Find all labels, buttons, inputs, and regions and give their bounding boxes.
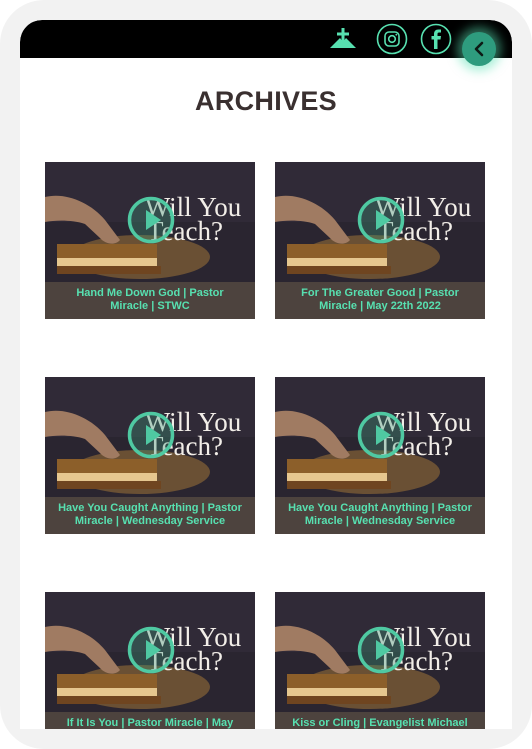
play-icon[interactable]: [127, 196, 175, 244]
video-title-line: If It Is You | Pastor Miracle | May: [66, 717, 234, 729]
video-grid: Will You Teach? Hand Me Down God | Pasto…: [20, 20, 512, 729]
video-title[interactable]: Have You Caught Anything | Pastor Miracl…: [45, 497, 255, 534]
video-title-line: Hand Me Down God | Pastor: [76, 287, 224, 299]
video-card[interactable]: Will You Teach? For The Greater Good | P…: [275, 162, 485, 319]
video-title-line: Miracle | Wednesday Service: [74, 515, 226, 527]
play-icon[interactable]: [127, 411, 175, 459]
play-icon[interactable]: [357, 626, 405, 674]
video-title[interactable]: Have You Caught Anything | Pastor Miracl…: [275, 497, 485, 534]
play-icon[interactable]: [357, 196, 405, 244]
video-title-line: Have You Caught Anything | Pastor: [58, 502, 242, 514]
video-title[interactable]: If It Is You | Pastor Miracle | May: [45, 712, 255, 729]
device-frame: ARCHIVES Will You Teach? Hand Me Down Go…: [0, 0, 532, 749]
video-title[interactable]: For The Greater Good | Pastor Miracle | …: [275, 282, 485, 319]
app-screen: ARCHIVES Will You Teach? Hand Me Down Go…: [20, 20, 512, 729]
video-title-line: Miracle | STWC: [110, 300, 190, 312]
play-icon[interactable]: [357, 411, 405, 459]
video-card[interactable]: Will You Teach? Kiss or Cling | Evangeli…: [275, 592, 485, 729]
video-title-line: Kiss or Cling | Evangelist Michael: [292, 717, 468, 729]
video-title-line: Have You Caught Anything | Pastor: [288, 502, 472, 514]
video-card[interactable]: Will You Teach? Hand Me Down God | Pasto…: [45, 162, 255, 319]
video-card[interactable]: Will You Teach? Have You Caught Anything…: [45, 377, 255, 534]
video-title[interactable]: Hand Me Down God | Pastor Miracle | STWC: [45, 282, 255, 319]
video-title-line: Miracle | Wednesday Service: [304, 515, 456, 527]
video-title-line: Miracle | May 22th 2022: [319, 300, 441, 312]
video-title-line: For The Greater Good | Pastor: [301, 287, 459, 299]
play-icon[interactable]: [127, 626, 175, 674]
video-card[interactable]: Will You Teach? Have You Caught Anything…: [275, 377, 485, 534]
video-card[interactable]: Will You Teach? If It Is You | Pastor Mi…: [45, 592, 255, 729]
video-title[interactable]: Kiss or Cling | Evangelist Michael: [275, 712, 485, 729]
